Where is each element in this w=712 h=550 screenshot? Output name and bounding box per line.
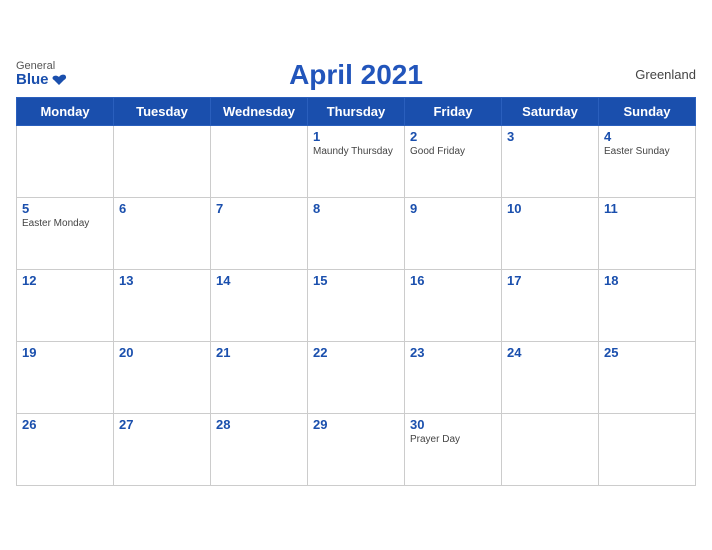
calendar-cell (599, 413, 696, 485)
calendar-cell (502, 413, 599, 485)
calendar-cell: 12 (17, 269, 114, 341)
day-number: 2 (410, 129, 496, 144)
day-number: 7 (216, 201, 302, 216)
calendar-cell: 23 (405, 341, 502, 413)
calendar-cell: 18 (599, 269, 696, 341)
day-number: 28 (216, 417, 302, 432)
day-number: 25 (604, 345, 690, 360)
holiday-name: Good Friday (410, 146, 496, 158)
calendar-cell: 3 (502, 125, 599, 197)
day-number: 22 (313, 345, 399, 360)
calendar-cell: 29 (308, 413, 405, 485)
holiday-name: Easter Monday (22, 218, 108, 230)
weekday-header-saturday: Saturday (502, 97, 599, 125)
day-number: 5 (22, 201, 108, 216)
calendar-cell: 2 Good Friday (405, 125, 502, 197)
day-number: 19 (22, 345, 108, 360)
logo: General Blue (16, 60, 67, 89)
day-number: 8 (313, 201, 399, 216)
calendar-cell: 5 Easter Monday (17, 197, 114, 269)
calendar-cell: 13 (114, 269, 211, 341)
calendar-region: Greenland (635, 67, 696, 82)
day-number: 26 (22, 417, 108, 432)
day-number: 18 (604, 273, 690, 288)
day-number: 27 (119, 417, 205, 432)
calendar-cell: 14 (211, 269, 308, 341)
calendar-cell: 9 (405, 197, 502, 269)
day-number: 4 (604, 129, 690, 144)
calendar-week-row: 19 20 21 22 23 24 25 (17, 341, 696, 413)
weekday-header-thursday: Thursday (308, 97, 405, 125)
weekday-header-monday: Monday (17, 97, 114, 125)
holiday-name: Prayer Day (410, 434, 496, 446)
day-number: 10 (507, 201, 593, 216)
calendar-cell: 19 (17, 341, 114, 413)
calendar-header: General Blue April 2021 Greenland (16, 59, 696, 91)
day-number: 23 (410, 345, 496, 360)
calendar-cell: 10 (502, 197, 599, 269)
calendar-grid: MondayTuesdayWednesdayThursdayFridaySatu… (16, 97, 696, 486)
day-number: 12 (22, 273, 108, 288)
day-number: 1 (313, 129, 399, 144)
logo-bird-icon (51, 73, 67, 89)
day-number: 14 (216, 273, 302, 288)
logo-blue-text: Blue (16, 72, 49, 89)
calendar-week-row: 12 13 14 15 16 17 18 (17, 269, 696, 341)
weekday-header-row: MondayTuesdayWednesdayThursdayFridaySatu… (17, 97, 696, 125)
day-number: 3 (507, 129, 593, 144)
calendar-cell (17, 125, 114, 197)
calendar-cell: 17 (502, 269, 599, 341)
holiday-name: Maundy Thursday (313, 146, 399, 158)
day-number: 20 (119, 345, 205, 360)
calendar-cell (211, 125, 308, 197)
calendar-cell: 11 (599, 197, 696, 269)
calendar-cell: 26 (17, 413, 114, 485)
day-number: 21 (216, 345, 302, 360)
day-number: 15 (313, 273, 399, 288)
day-number: 30 (410, 417, 496, 432)
calendar-cell: 1 Maundy Thursday (308, 125, 405, 197)
holiday-name: Easter Sunday (604, 146, 690, 158)
day-number: 11 (604, 201, 690, 216)
calendar-cell: 27 (114, 413, 211, 485)
day-number: 13 (119, 273, 205, 288)
calendar-cell: 20 (114, 341, 211, 413)
calendar-week-row: 26 27 28 29 30 Prayer Day (17, 413, 696, 485)
weekday-header-tuesday: Tuesday (114, 97, 211, 125)
calendar-container: General Blue April 2021 Greenland Monday… (0, 49, 712, 502)
day-number: 16 (410, 273, 496, 288)
weekday-header-sunday: Sunday (599, 97, 696, 125)
weekday-header-friday: Friday (405, 97, 502, 125)
calendar-week-row: 5 Easter Monday 6789 10 11 (17, 197, 696, 269)
day-number: 24 (507, 345, 593, 360)
calendar-title: April 2021 (289, 59, 423, 91)
calendar-cell: 22 (308, 341, 405, 413)
calendar-cell (114, 125, 211, 197)
day-number: 17 (507, 273, 593, 288)
calendar-cell: 30 Prayer Day (405, 413, 502, 485)
calendar-cell: 21 (211, 341, 308, 413)
calendar-cell: 15 (308, 269, 405, 341)
calendar-cell: 8 (308, 197, 405, 269)
weekday-header-wednesday: Wednesday (211, 97, 308, 125)
calendar-week-row: 1 Maundy Thursday 2 Good Friday 34 Easter Sun… (17, 125, 696, 197)
day-number: 29 (313, 417, 399, 432)
day-number: 9 (410, 201, 496, 216)
calendar-cell: 16 (405, 269, 502, 341)
calendar-cell: 4 Easter Sunday (599, 125, 696, 197)
calendar-cell: 25 (599, 341, 696, 413)
calendar-cell: 28 (211, 413, 308, 485)
calendar-cell: 6 (114, 197, 211, 269)
calendar-cell: 24 (502, 341, 599, 413)
day-number: 6 (119, 201, 205, 216)
calendar-cell: 7 (211, 197, 308, 269)
